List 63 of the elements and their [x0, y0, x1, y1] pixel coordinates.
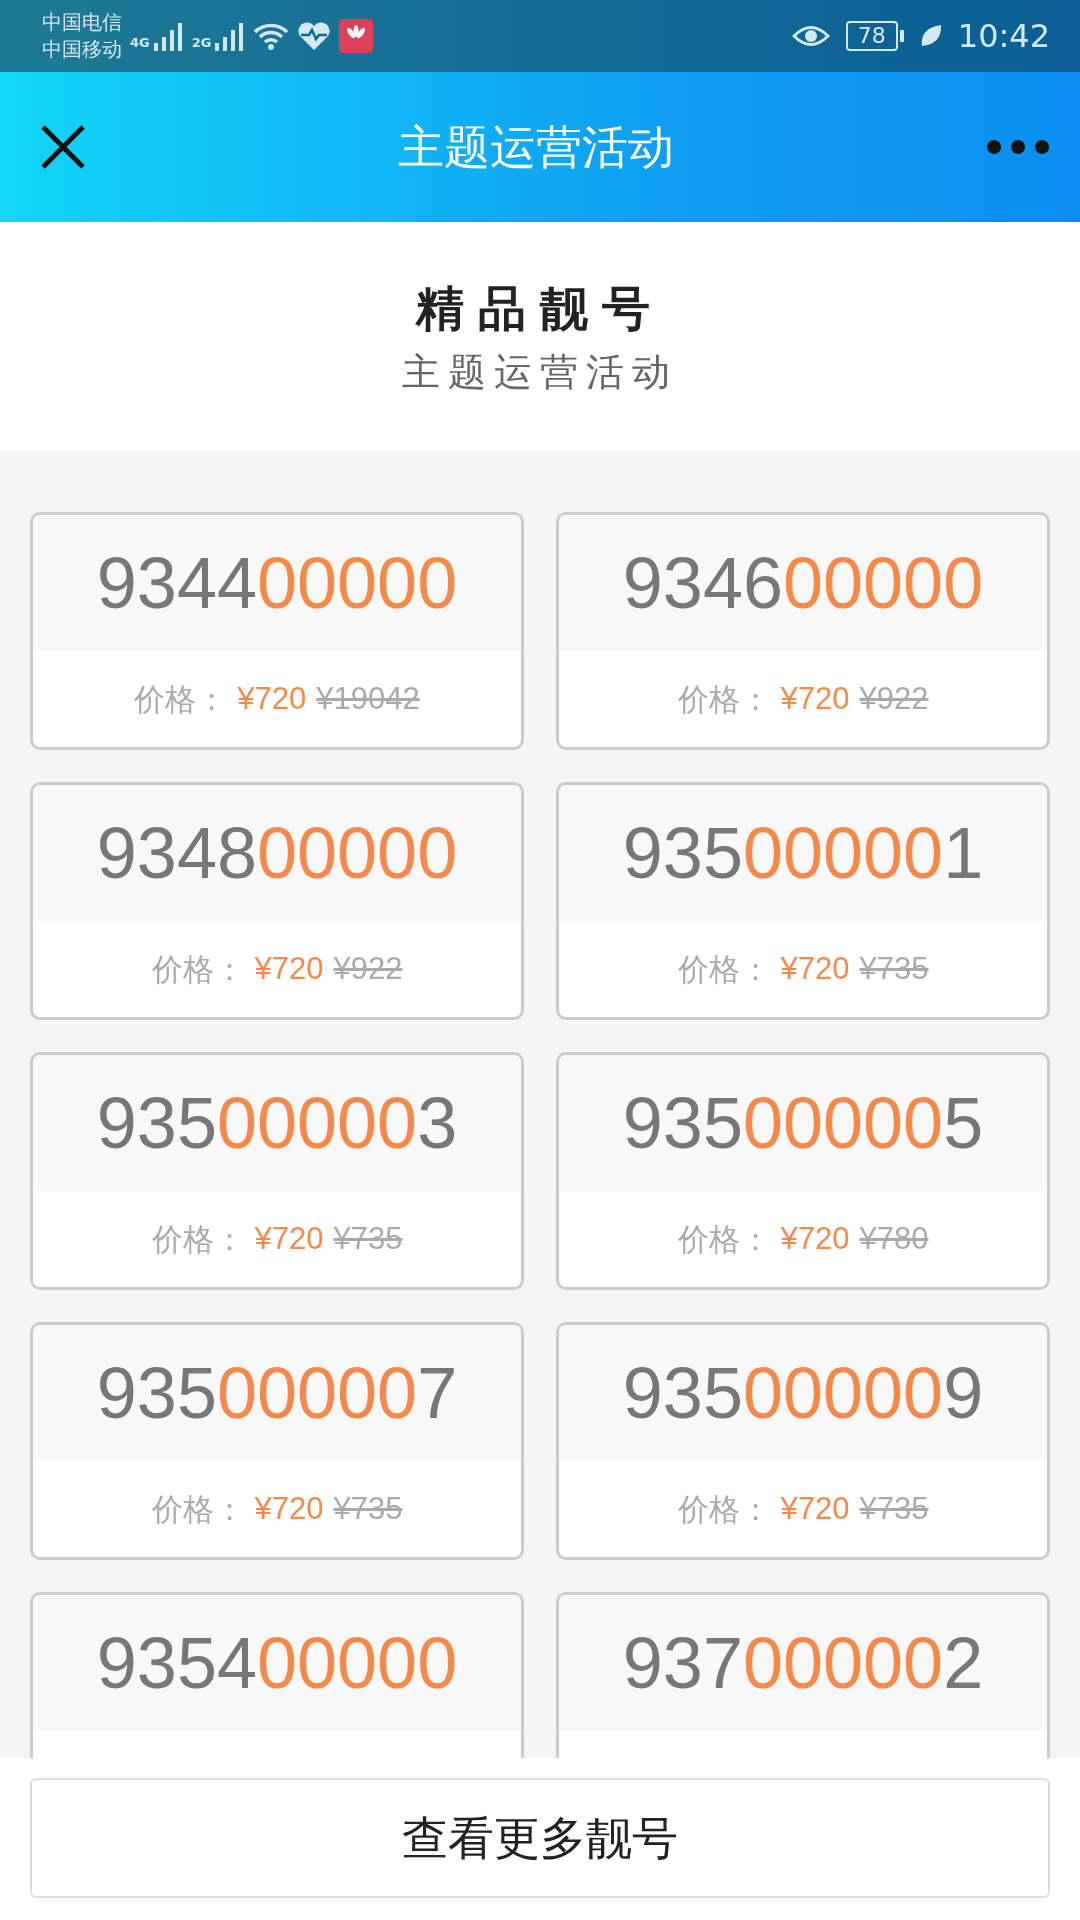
original-price: ¥19042	[316, 679, 420, 718]
carrier-name: 中国移动	[42, 36, 122, 63]
original-price: ¥922	[333, 949, 403, 988]
price-label: 价格：	[677, 1489, 771, 1529]
number-card[interactable]: 935000007 价格： ¥720 ¥735	[30, 1322, 524, 1560]
carrier-name: 中国电信	[42, 9, 122, 36]
clock-time: 10:42	[957, 16, 1050, 57]
sale-price: ¥720	[780, 679, 850, 718]
number-card[interactable]: 934600000 价格： ¥720 ¥922	[556, 512, 1050, 750]
eye-icon	[791, 23, 830, 49]
wifi-icon	[253, 22, 290, 50]
sale-price: ¥720	[780, 1219, 850, 1258]
price-label: 价格：	[677, 679, 771, 719]
number-card[interactable]: 935000005 价格： ¥720 ¥780	[556, 1052, 1050, 1290]
price-label: 价格：	[151, 1219, 245, 1259]
more-icon[interactable]	[986, 139, 1050, 155]
price-label: 价格：	[134, 679, 228, 719]
original-price: ¥780	[859, 1219, 929, 1258]
phone-number: 935000001	[622, 812, 984, 895]
price-label: 价格：	[677, 949, 771, 989]
phone-number: 935000005	[622, 1082, 984, 1165]
phone-number: 934800000	[96, 812, 458, 895]
original-price: ¥735	[333, 1219, 403, 1258]
sale-price: ¥720	[780, 1489, 850, 1528]
price-label: 价格：	[677, 1219, 771, 1259]
close-icon[interactable]	[40, 124, 86, 170]
phone-number: 935000003	[96, 1082, 458, 1165]
price-label: 价格：	[151, 949, 245, 989]
sale-price: ¥720	[254, 949, 324, 988]
number-card[interactable]: 937000002	[556, 1592, 1050, 1758]
battery-level: 78	[845, 21, 898, 51]
original-price: ¥735	[859, 1489, 929, 1528]
network-type: 4G	[130, 34, 150, 53]
number-card[interactable]: 935000009 价格： ¥720 ¥735	[556, 1322, 1050, 1560]
phone-number: 934600000	[622, 542, 984, 625]
page-title: 主题运营活动	[398, 118, 674, 176]
original-price: ¥735	[859, 949, 929, 988]
sale-price: ¥720	[237, 679, 307, 718]
network-type: 2G	[191, 34, 212, 53]
more-numbers-button[interactable]: 查看更多靓号	[30, 1778, 1050, 1898]
app-icon	[339, 19, 374, 53]
section-subtitle: 主题运营活动	[402, 348, 678, 396]
number-card[interactable]: 935400000	[30, 1592, 524, 1758]
heart-icon	[297, 21, 332, 51]
signal-icon	[153, 20, 184, 53]
phone-number: 937000002	[622, 1622, 984, 1705]
section-title: 精品靓号	[416, 278, 664, 338]
original-price: ¥735	[333, 1489, 403, 1528]
phone-number: 935000007	[96, 1352, 458, 1435]
number-card[interactable]: 935000001 价格： ¥720 ¥735	[556, 782, 1050, 1020]
sale-price: ¥720	[254, 1219, 324, 1258]
number-card[interactable]: 934800000 价格： ¥720 ¥922	[30, 782, 524, 1020]
sale-price: ¥720	[780, 949, 850, 988]
original-price: ¥922	[859, 679, 929, 718]
signal-icon	[215, 20, 246, 53]
phone-number: 934400000	[96, 542, 458, 625]
sale-price: ¥720	[254, 1489, 324, 1528]
number-card[interactable]: 935000003 价格： ¥720 ¥735	[30, 1052, 524, 1290]
phone-number: 935000009	[622, 1352, 984, 1435]
leaf-icon	[919, 24, 942, 48]
number-card[interactable]: 934400000 价格： ¥720 ¥19042	[30, 512, 524, 750]
price-label: 价格：	[151, 1489, 245, 1529]
phone-number: 935400000	[96, 1622, 458, 1705]
